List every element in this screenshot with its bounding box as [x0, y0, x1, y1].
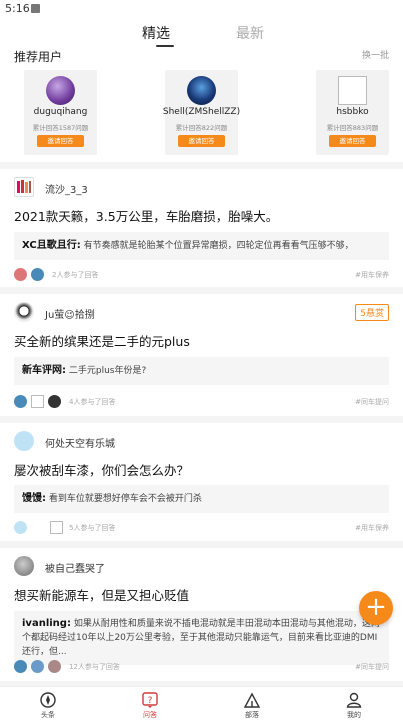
invite-answer-button[interactable]: 邀请回答	[37, 135, 84, 147]
question-title[interactable]: 买全新的缤果还是二手的元plus	[14, 331, 190, 350]
question-title[interactable]: 想买新能源车，但是又担心贬值	[14, 585, 189, 604]
card-footer: 2人参与了回答 #用车保养	[14, 268, 389, 282]
add-question-button[interactable]: +	[359, 591, 393, 625]
top-answer[interactable]: ivanling: 如果从耐用性和质量来说不插电混动就是丰田混动本田混动与其他混…	[14, 611, 389, 665]
nav-label: 头条	[41, 711, 55, 719]
author-name: 何处天空有乐城	[45, 439, 115, 450]
author-avatar	[14, 431, 34, 451]
user-name: hsbbko	[336, 107, 369, 117]
participant-avatar	[14, 521, 27, 534]
participant-avatar	[14, 660, 27, 673]
top-answer[interactable]: XC且歌且行: 有节奏感就是轮胎某个位置异常磨损，四轮定位再看看气压够不够，	[14, 232, 389, 260]
section-title: 推荐用户	[14, 50, 63, 64]
question-title[interactable]: 屡次被刮车漆，你们会怎么办？	[14, 460, 189, 479]
participant-count: 4人参与了回答	[69, 398, 116, 406]
nav-label: 我的	[347, 711, 361, 719]
author-name: Ju萤😉拾捌	[45, 310, 95, 321]
author-name: 被自己蠢哭了	[45, 564, 105, 575]
card-footer: 12人参与了回答 #同车提问	[14, 660, 389, 674]
question-title[interactable]: 2021款天籁，3.5万公里，车胎磨损，胎噪大。	[14, 206, 278, 225]
participant-avatar	[14, 395, 27, 408]
question-card[interactable]: 何处天空有乐城 屡次被刮车漆，你们会怎么办？ 馒馒: 看到车位就要想好停车会不会…	[0, 423, 403, 541]
user-card[interactable]: Shell(ZMShellZZ) 累计回答822问题 邀请回答	[163, 70, 240, 155]
answer-text: 看到车位就要想好停车会不会被开门杀	[48, 494, 202, 504]
participant-count: 2人参与了回答	[52, 271, 99, 279]
participant-avatar	[48, 395, 61, 408]
user-name: duguqihang	[33, 107, 88, 117]
answer-text: 二手元plus年份是?	[68, 366, 147, 376]
answer-user: ivanling:	[22, 618, 71, 629]
tab-featured[interactable]: 精选	[142, 23, 170, 43]
top-answer[interactable]: 新车评网: 二手元plus年份是?	[14, 357, 389, 385]
author-avatar	[14, 302, 34, 322]
question-card[interactable]: Ju萤😉拾捌 5悬赏 买全新的缤果还是二手的元plus 新车评网: 二手元plu…	[0, 294, 403, 416]
participant-avatar	[31, 395, 44, 408]
nav-label: 部落	[245, 711, 259, 719]
participant-avatar	[50, 521, 63, 534]
answer-user: 馒馒:	[22, 493, 46, 504]
participant-avatar	[31, 660, 44, 673]
plus-icon: +	[365, 592, 387, 622]
bounty-badge: 5悬赏	[355, 304, 389, 321]
user-answer-count: 累计回答822问题	[175, 124, 228, 132]
user-card[interactable]: duguqihang 累计回答1587问题 邀请回答	[24, 70, 97, 155]
bottom-nav: 头条 ? 问答 部落 我的	[0, 686, 403, 720]
answer-user: 新车评网:	[22, 365, 66, 376]
refresh-button[interactable]: 换一批	[362, 48, 389, 61]
author-avatar	[14, 556, 34, 576]
status-time: 5:16	[5, 2, 30, 15]
user-answer-count: 累计回答883问题	[326, 124, 379, 132]
card-footer: 4人参与了回答 #同车提问	[14, 395, 389, 409]
answer-text: 如果从耐用性和质量来说不插电混动就是丰田混动本田混动与其他混动，这两个都起码经过…	[22, 619, 380, 657]
recommended-users-section: 推荐用户 换一批 duguqihang 累计回答1587问题 邀请回答 Shel…	[0, 48, 403, 162]
user-answer-count: 累计回答1587问题	[32, 124, 89, 132]
nav-label: 问答	[143, 711, 157, 719]
nav-item-headlines[interactable]: 头条	[28, 691, 68, 720]
nav-item-qa[interactable]: ? 问答	[130, 691, 170, 720]
answer-text: 有节奏感就是轮胎某个位置异常磨损，四轮定位再看看气压够不够，	[83, 241, 354, 251]
topic-tag[interactable]: #用车保养	[355, 270, 389, 280]
invite-answer-button[interactable]: 邀请回答	[329, 135, 376, 147]
participant-count: 12人参与了回答	[69, 663, 120, 671]
compass-icon	[40, 692, 56, 708]
user-card[interactable]: hsbbko 累计回答883问题 邀请回答	[316, 70, 389, 155]
participant-avatar	[31, 268, 44, 281]
answer-user: XC且歌且行:	[22, 240, 81, 251]
top-tabs: 精选 最新	[0, 18, 403, 48]
tab-active-indicator	[156, 45, 174, 47]
avatar-placeholder	[338, 76, 367, 105]
invite-answer-button[interactable]: 邀请回答	[178, 135, 225, 147]
question-card[interactable]: 流沙_3_3 2021款天籁，3.5万公里，车胎磨损，胎噪大。 XC且歌且行: …	[0, 169, 403, 287]
tab-latest[interactable]: 最新	[236, 23, 264, 43]
question-icon: ?	[142, 692, 158, 708]
top-answer[interactable]: 馒馒: 看到车位就要想好停车会不会被开门杀	[14, 485, 389, 513]
user-name: Shell(ZMShellZZ)	[162, 107, 241, 117]
svg-text:?: ?	[148, 696, 153, 706]
participant-avatar	[48, 660, 61, 673]
author-avatar	[14, 177, 34, 197]
author-name: 流沙_3_3	[45, 185, 88, 196]
tent-icon	[243, 692, 261, 708]
question-card[interactable]: 被自己蠢哭了 想买新能源车，但是又担心贬值 ivanling: 如果从耐用性和质…	[0, 548, 403, 681]
card-footer: 5人参与了回答 #用车保养	[14, 521, 389, 535]
status-bar: 5:16	[0, 0, 403, 18]
avatar	[46, 76, 75, 105]
participant-avatar	[14, 268, 27, 281]
topic-tag[interactable]: #用车保养	[355, 523, 389, 533]
notification-icon	[31, 4, 40, 13]
person-icon	[346, 692, 362, 708]
avatar	[187, 76, 216, 105]
topic-tag[interactable]: #同车提问	[355, 662, 389, 672]
nav-item-me[interactable]: 我的	[334, 691, 374, 720]
topic-tag[interactable]: #同车提问	[355, 397, 389, 407]
nav-item-tribe[interactable]: 部落	[232, 691, 272, 720]
participant-count: 5人参与了回答	[69, 524, 116, 532]
